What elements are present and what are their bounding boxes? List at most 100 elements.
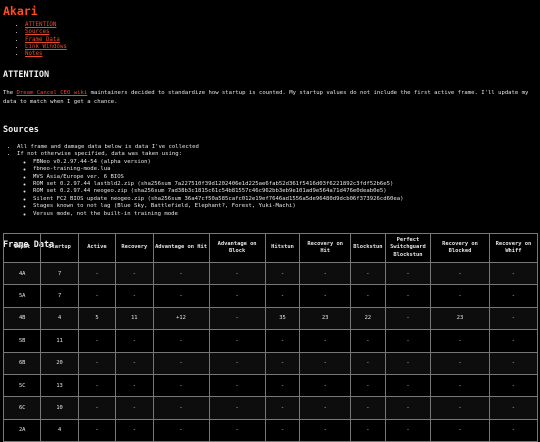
table-cell: - [430, 351, 490, 375]
table-cell: - [208, 329, 266, 353]
table-cell: - [152, 329, 210, 353]
sources-item: All frame and damage data below is data … [17, 144, 537, 151]
table-cell: - [350, 351, 386, 375]
sources-subitem: Stages known to not lag (Blue Sky, Battl… [33, 203, 537, 210]
table-cell: - [208, 261, 266, 286]
table-row: 4A 7- - - - - - - - - - [2, 261, 539, 286]
table-cell: +12 [152, 306, 210, 331]
table-cell: - [264, 261, 301, 286]
table-cell: 4 [40, 418, 79, 442]
table-cell: 4 [40, 306, 79, 331]
table-of-contents: ATTENTION Sources Frame Data Link Window… [3, 22, 537, 58]
table-cell: - [350, 418, 386, 442]
table-cell: - [152, 261, 210, 286]
toc-link-link-windows[interactable]: Link Windows [25, 44, 67, 50]
table-cell: 13 [40, 373, 79, 398]
table-cell: - [384, 284, 432, 308]
table-cell: - [430, 396, 490, 420]
table-cell: - [152, 418, 210, 442]
table-cell: - [208, 418, 266, 442]
table-cell: - [115, 396, 154, 420]
table-cell: - [115, 373, 154, 398]
table-row: 5A 7- - - - - - - - - - [2, 284, 539, 308]
column-header: Input [2, 233, 42, 263]
table-cell: - [430, 329, 490, 353]
table-cell: - [208, 351, 266, 375]
table-cell: 11 [40, 329, 79, 353]
table-cell: 23 [299, 306, 352, 331]
table-cell: - [264, 396, 301, 420]
table-cell: - [350, 396, 386, 420]
table-cell: - [115, 284, 154, 308]
sources-subitem: ROM set 0.2.97.44 lastbld2.zip (sha256su… [33, 181, 537, 188]
toc-link-frame-data[interactable]: Frame Data [25, 37, 60, 43]
table-cell: - [350, 329, 386, 353]
table-cell: 7 [40, 284, 79, 308]
table-cell: - [488, 418, 539, 442]
table-cell: - [488, 329, 539, 353]
column-header: Recovery on Hit [299, 233, 352, 263]
site-title: Akari [3, 4, 38, 18]
table-row: 5B 11- - - - - - - - - - [2, 329, 539, 353]
table-cell: - [77, 261, 117, 286]
table-cell: - [208, 396, 266, 420]
toc-item: ATTENTION [25, 22, 537, 29]
table-cell: - [488, 396, 539, 420]
sources-heading: Sources [3, 124, 39, 135]
table-cell: - [77, 373, 117, 398]
table-cell: - [299, 329, 352, 353]
table-row: 4B 4 5 11 +12-35 23 22-23- [2, 306, 539, 331]
table-cell: - [488, 306, 539, 331]
table-cell: - [152, 351, 210, 375]
toc-link-attention[interactable]: ATTENTION [25, 22, 56, 28]
frame-data-table: Input Startup Active Recovery Advantage … [2, 233, 539, 442]
sources-subitem: MVS Asia/Europe ver. 6 BIOS [33, 174, 537, 181]
column-header: Recovery [115, 233, 154, 263]
table-cell: 23 [430, 306, 490, 331]
table-cell: - [299, 261, 352, 286]
table-cell: - [488, 284, 539, 308]
table-cell: 5 [77, 306, 117, 331]
table-cell: - [77, 351, 117, 375]
sources-item-label: If not otherwise specified, data was tak… [17, 151, 183, 158]
page: Akari ATTENTION Sources Frame Data Link … [0, 0, 540, 251]
table-cell: - [264, 329, 301, 353]
table-cell: - [384, 418, 432, 442]
table-cell: - [350, 373, 386, 398]
column-header: Recovery on Whiff [488, 233, 539, 263]
column-header: Startup [40, 233, 79, 263]
sources-subitem: fbneo-training-mode.lua [33, 166, 537, 173]
table-cell: - [208, 373, 266, 398]
table-cell: - [384, 373, 432, 398]
sources-sublist: FBNeo v0.2.97.44-54 (alpha version) fbne… [17, 159, 537, 218]
table-cell: - [264, 418, 301, 442]
frame-data-body: 4A 7- - - - - - - - - -5A 7- - - - - - - - - -4B 4 5 11 +12-35 23… [2, 261, 539, 442]
table-cell: - [299, 373, 352, 398]
toc-link-notes[interactable]: Notes [25, 51, 42, 57]
toc-item: Link Windows [25, 44, 537, 51]
table-cell: - [384, 329, 432, 353]
column-header: Recovery on Blocked [430, 233, 490, 263]
table-row: 5C 13- - - - - - - - - - [2, 373, 539, 398]
table-cell: - [299, 418, 352, 442]
table-cell: - [350, 284, 386, 308]
sources-subitem: Versus mode, not the built-in training m… [33, 211, 537, 218]
table-cell: - [115, 351, 154, 375]
row-input-cell: 2A [2, 418, 42, 442]
sources-list: All frame and damage data below is data … [3, 144, 537, 218]
wiki-link[interactable]: Dream Cancel CEO wiki [16, 90, 87, 96]
table-cell: - [384, 306, 432, 331]
table-cell: - [384, 396, 432, 420]
column-header: Blockstun [350, 233, 386, 263]
toc-link-sources[interactable]: Sources [25, 29, 49, 35]
table-cell: - [384, 261, 432, 286]
frame-data-header-row: Input Startup Active Recovery Advantage … [2, 233, 539, 263]
column-header: Advantage on Block [208, 233, 266, 263]
column-header: Hitstun [264, 233, 301, 263]
sources-item: If not otherwise specified, data was tak… [17, 151, 537, 218]
column-header: Perfect Switchguard Blockstun [384, 233, 432, 263]
table-cell: - [115, 329, 154, 353]
table-cell: 7 [40, 261, 79, 286]
table-cell: - [208, 306, 266, 331]
table-cell: - [430, 284, 490, 308]
